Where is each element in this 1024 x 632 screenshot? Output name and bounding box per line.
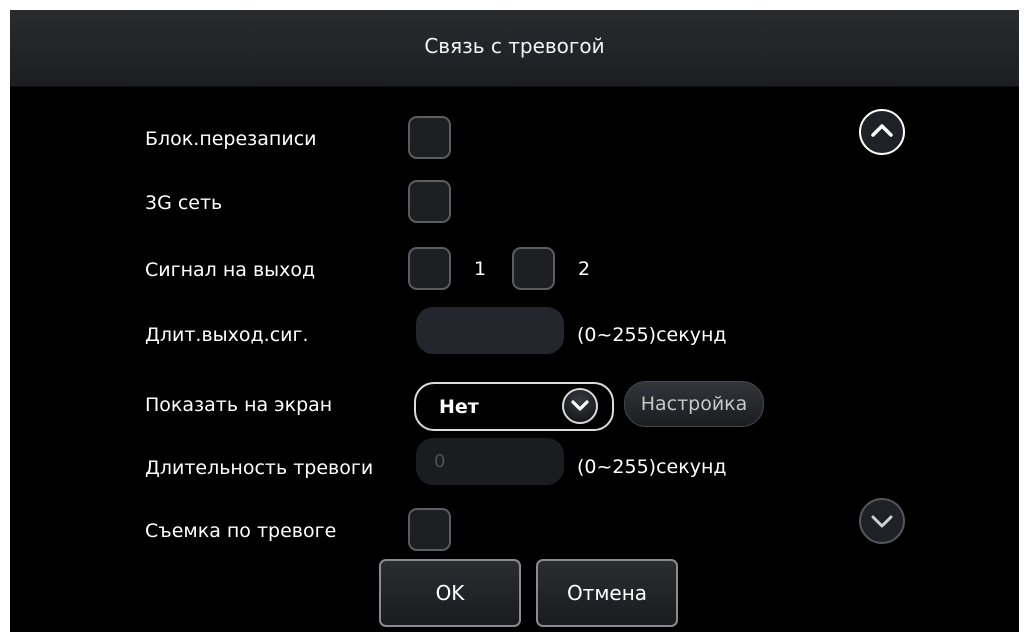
ok-button[interactable]: OK	[379, 559, 521, 627]
show-on-screen-label: Показать на экран	[145, 394, 333, 416]
alarm-duration-input[interactable]: 0	[416, 438, 564, 485]
setup-button[interactable]: Настройка	[624, 381, 764, 427]
output-signal-2-checkbox[interactable]	[512, 247, 555, 290]
output-signal-1-checkbox[interactable]	[408, 247, 451, 290]
chevron-up-icon	[871, 124, 893, 137]
alarm-duration-value: 0	[434, 451, 446, 472]
show-on-screen-select[interactable]: Нет	[414, 382, 614, 431]
alarm-snapshot-label: Съемка по тревоге	[145, 520, 337, 542]
output-duration-unit: (0~255)секунд	[577, 324, 727, 346]
scroll-up-button[interactable]	[859, 109, 905, 155]
output-signal-2-label: 2	[578, 258, 591, 280]
output-duration-label: Длит.выход.сиг.	[145, 324, 309, 346]
dialog-title: Связь с тревогой	[424, 34, 605, 58]
scroll-down-button[interactable]	[859, 498, 905, 544]
output-signal-1-label: 1	[474, 258, 487, 280]
show-on-screen-value: Нет	[439, 396, 479, 418]
block-overwrite-label: Блок.перезаписи	[145, 128, 317, 150]
alarm-snapshot-checkbox[interactable]	[408, 508, 451, 551]
alarm-link-dialog: Связь с тревогой Блок.перезаписи 3G сеть…	[10, 10, 1019, 632]
block-overwrite-checkbox[interactable]	[408, 116, 451, 159]
network-3g-label: 3G сеть	[145, 192, 223, 214]
network-3g-checkbox[interactable]	[408, 180, 451, 223]
output-duration-input[interactable]	[416, 307, 564, 354]
chevron-down-icon	[871, 515, 893, 528]
alarm-duration-unit: (0~255)секунд	[577, 456, 727, 478]
output-signal-label: Сигнал на выход	[145, 259, 316, 281]
title-bar: Связь с тревогой	[10, 10, 1019, 87]
alarm-duration-label: Длительность тревоги	[145, 457, 374, 479]
dropdown-chevron-down-icon[interactable]	[562, 388, 598, 424]
cancel-button[interactable]: Отмена	[536, 559, 678, 627]
